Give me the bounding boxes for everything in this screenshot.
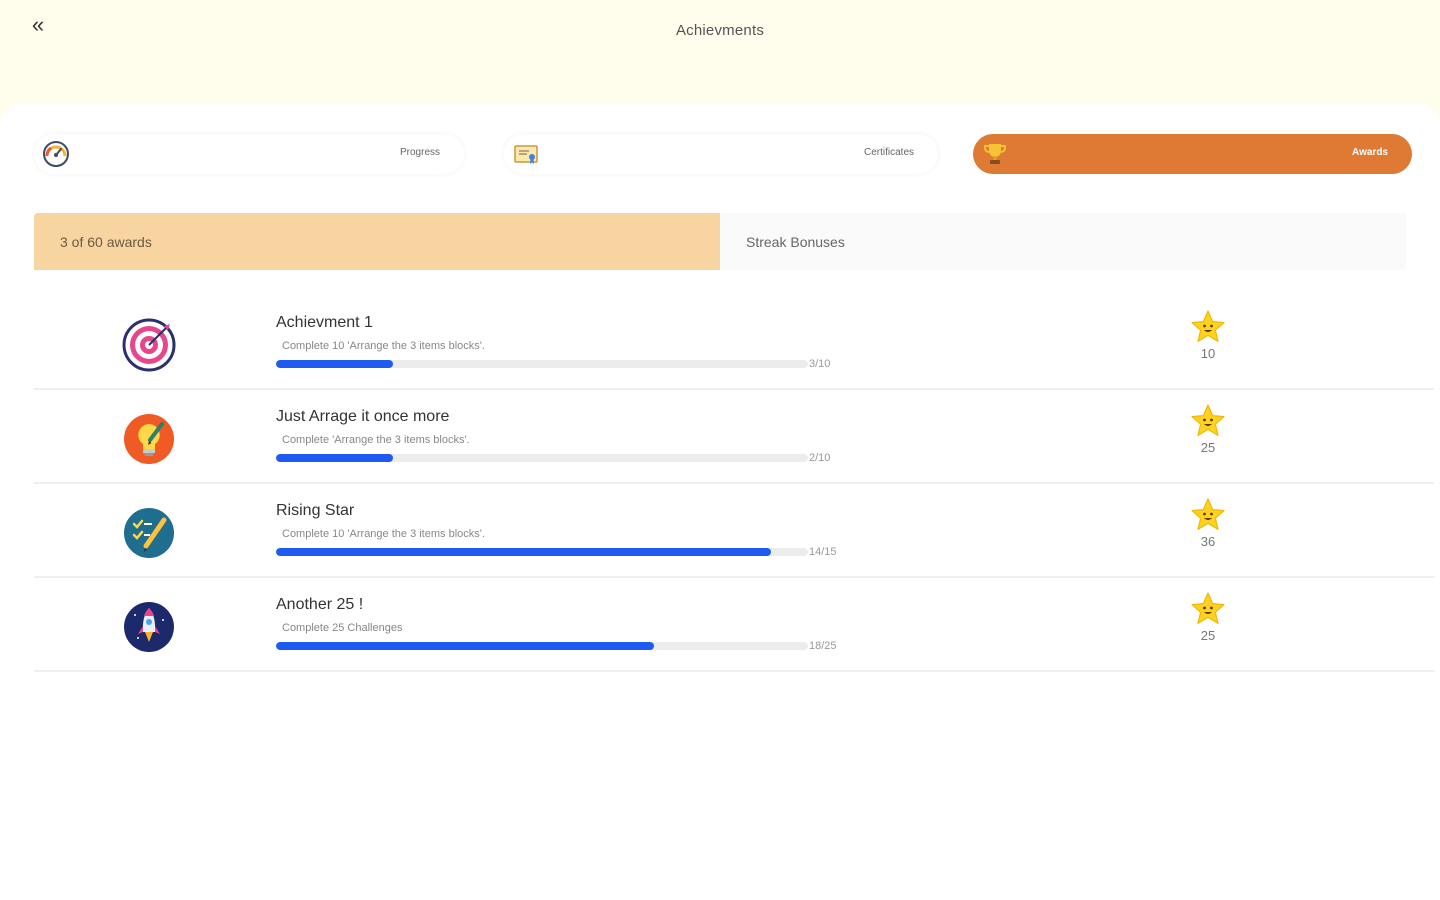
progress-bar bbox=[276, 548, 808, 556]
achievement-row[interactable]: Achievment 1 Complete 10 'Arrange the 3 … bbox=[34, 296, 1434, 390]
achievement-title: Just Arrage it once more bbox=[276, 408, 450, 425]
progress-bar-fill bbox=[276, 454, 394, 462]
progress-bar-fill bbox=[276, 548, 771, 556]
progress-bar bbox=[276, 454, 808, 462]
progress-bar-fill bbox=[276, 360, 394, 368]
star-icon bbox=[1191, 310, 1225, 342]
achievement-title: Another 25 ! bbox=[276, 596, 364, 613]
star-icon bbox=[1191, 498, 1225, 530]
rocket-icon bbox=[124, 602, 174, 652]
progress-count: 2/10 bbox=[809, 452, 831, 464]
reward-points: 10 bbox=[1200, 346, 1216, 361]
star-icon bbox=[1191, 404, 1225, 436]
header-bar: « Achievments bbox=[0, 0, 1440, 120]
subtab-awards-count[interactable]: 3 of 60 awards bbox=[34, 213, 720, 270]
checklist-pencil-icon bbox=[124, 508, 174, 558]
progress-count: 18/25 bbox=[809, 640, 837, 652]
reward-points: 36 bbox=[1200, 534, 1216, 549]
subtab-streak-bonuses[interactable]: Streak Bonuses bbox=[720, 213, 1406, 270]
achievement-description: Complete 10 'Arrange the 3 items blocks'… bbox=[282, 340, 485, 352]
progress-bar-fill bbox=[276, 642, 654, 650]
certificate-icon bbox=[514, 145, 538, 164]
tab-awards[interactable]: Awards bbox=[973, 134, 1412, 174]
achievement-title: Achievment 1 bbox=[276, 314, 373, 331]
achievement-row[interactable]: Another 25 ! Complete 25 Challenges 18/2… bbox=[34, 578, 1434, 672]
achievement-description: Complete 10 'Arrange the 3 items blocks'… bbox=[282, 528, 485, 540]
page-title: Achievments bbox=[675, 22, 765, 39]
achievement-row[interactable]: Just Arrage it once more Complete 'Arran… bbox=[34, 390, 1434, 484]
target-icon bbox=[122, 318, 176, 372]
progress-bar bbox=[276, 642, 808, 650]
lightbulb-icon bbox=[124, 414, 174, 464]
subtab-awards-count-label: 3 of 60 awards bbox=[60, 234, 152, 250]
achievement-title: Rising Star bbox=[276, 502, 355, 519]
trophy-icon bbox=[984, 144, 1006, 164]
progress-count: 3/10 bbox=[809, 358, 831, 370]
tab-progress-label: Progress bbox=[399, 147, 440, 158]
achievement-description: Complete 'Arrange the 3 items blocks'. bbox=[282, 434, 470, 446]
star-icon bbox=[1191, 592, 1225, 624]
tab-certificates[interactable]: Certificates bbox=[504, 134, 938, 174]
progress-bar bbox=[276, 360, 808, 368]
tab-certificates-label: Certificates bbox=[863, 147, 914, 158]
tab-progress[interactable]: Progress bbox=[34, 134, 464, 174]
progress-count: 14/15 bbox=[809, 546, 837, 558]
subtab-streak-bonuses-label: Streak Bonuses bbox=[746, 234, 845, 250]
tab-awards-label: Awards bbox=[1352, 147, 1388, 158]
reward-points: 25 bbox=[1200, 440, 1216, 455]
reward-points: 25 bbox=[1200, 628, 1216, 643]
achievement-row[interactable]: Rising Star Complete 10 'Arrange the 3 i… bbox=[34, 484, 1434, 578]
speedometer-icon bbox=[43, 141, 69, 167]
achievement-description: Complete 25 Challenges bbox=[282, 622, 403, 634]
